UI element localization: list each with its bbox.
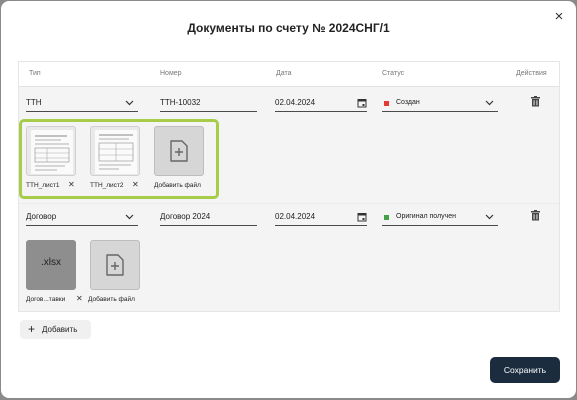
number-field[interactable]: ТТН-10032 (160, 94, 257, 112)
column-header-type: Тип (29, 70, 41, 77)
type-select[interactable]: ТТН (26, 94, 138, 112)
status-value: Оригинал получен (396, 213, 457, 220)
remove-file-icon[interactable]: ✕ (132, 180, 139, 189)
dialog-title: Документы по счету № 2024СНГ/1 (187, 21, 390, 35)
chevron-down-icon (485, 100, 494, 106)
add-file-tile[interactable] (154, 126, 204, 176)
file-name: Догов...тавки (26, 296, 66, 303)
plus-icon: + (28, 322, 36, 336)
add-file-button[interactable]: Добавить файл (154, 126, 204, 189)
document-scan-icon (95, 130, 137, 174)
document-scan-icon (31, 130, 73, 174)
file-extension: .xlsx (41, 257, 61, 268)
chevron-down-icon (125, 100, 134, 106)
column-header-status: Статус (382, 70, 405, 77)
file-name: ТТН_лист2 (90, 182, 124, 189)
status-select[interactable]: Создан (382, 94, 498, 112)
add-file-tile[interactable] (90, 240, 140, 290)
table-row: Договор Договор 2024 02.04.2024 Оригинал… (19, 203, 559, 313)
calendar-icon[interactable] (357, 212, 367, 222)
save-button[interactable]: Сохранить (490, 357, 560, 383)
column-header-actions: Действия (516, 70, 547, 77)
remove-file-icon[interactable]: ✕ (68, 180, 75, 189)
file-item[interactable]: .xlsx Догов...тавки ✕ (26, 240, 83, 303)
add-file-button[interactable]: Добавить файл (88, 240, 140, 303)
date-field[interactable]: 02.04.2024 (275, 208, 367, 226)
number-field[interactable]: Договор 2024 (160, 208, 257, 226)
file-thumbnail[interactable]: .xlsx (26, 240, 76, 290)
add-file-label: Добавить файл (154, 182, 201, 189)
add-file-label: Добавить файл (88, 296, 135, 303)
type-value: ТТН (26, 98, 42, 107)
date-field[interactable]: 02.04.2024 (275, 94, 367, 112)
number-value: ТТН-10032 (160, 98, 201, 107)
files-area: ТТН_лист1 ✕ ТТН_лист2 ✕ Добавить файл (19, 119, 219, 199)
trash-icon[interactable] (531, 210, 540, 221)
column-header-number: Номер (160, 70, 182, 77)
calendar-icon[interactable] (357, 98, 367, 108)
chevron-down-icon (485, 214, 494, 220)
file-name: ТТН_лист1 (26, 182, 60, 189)
file-thumbnail[interactable] (26, 126, 76, 176)
type-select[interactable]: Договор (26, 208, 138, 226)
documents-table: Тип Номер Дата Статус Действия ТТН ТТН-1… (18, 61, 560, 312)
add-document-button[interactable]: + Добавить (20, 320, 91, 339)
trash-icon[interactable] (531, 96, 540, 107)
file-thumbnail[interactable] (90, 126, 140, 176)
add-document-label: Добавить (42, 325, 78, 334)
file-plus-icon (170, 140, 188, 162)
file-item[interactable]: ТТН_лист1 ✕ (26, 126, 76, 189)
table-row: ТТН ТТН-10032 02.04.2024 Создан ТТН_лист… (19, 88, 559, 203)
status-indicator (384, 215, 389, 220)
remove-file-icon[interactable]: ✕ (76, 294, 83, 303)
number-value: Договор 2024 (160, 212, 211, 221)
chevron-down-icon (125, 214, 134, 220)
status-indicator (384, 101, 389, 106)
date-value: 02.04.2024 (275, 98, 316, 107)
status-select[interactable]: Оригинал получен (382, 208, 498, 226)
column-header-date: Дата (276, 70, 292, 77)
type-value: Договор (26, 212, 57, 221)
status-value: Создан (396, 99, 420, 106)
date-value: 02.04.2024 (275, 212, 316, 221)
file-item[interactable]: ТТН_лист2 ✕ (90, 126, 140, 189)
file-plus-icon (106, 254, 124, 276)
table-header: Тип Номер Дата Статус Действия (19, 62, 559, 87)
documents-dialog: × Документы по счету № 2024СНГ/1 Тип Ном… (1, 1, 576, 398)
